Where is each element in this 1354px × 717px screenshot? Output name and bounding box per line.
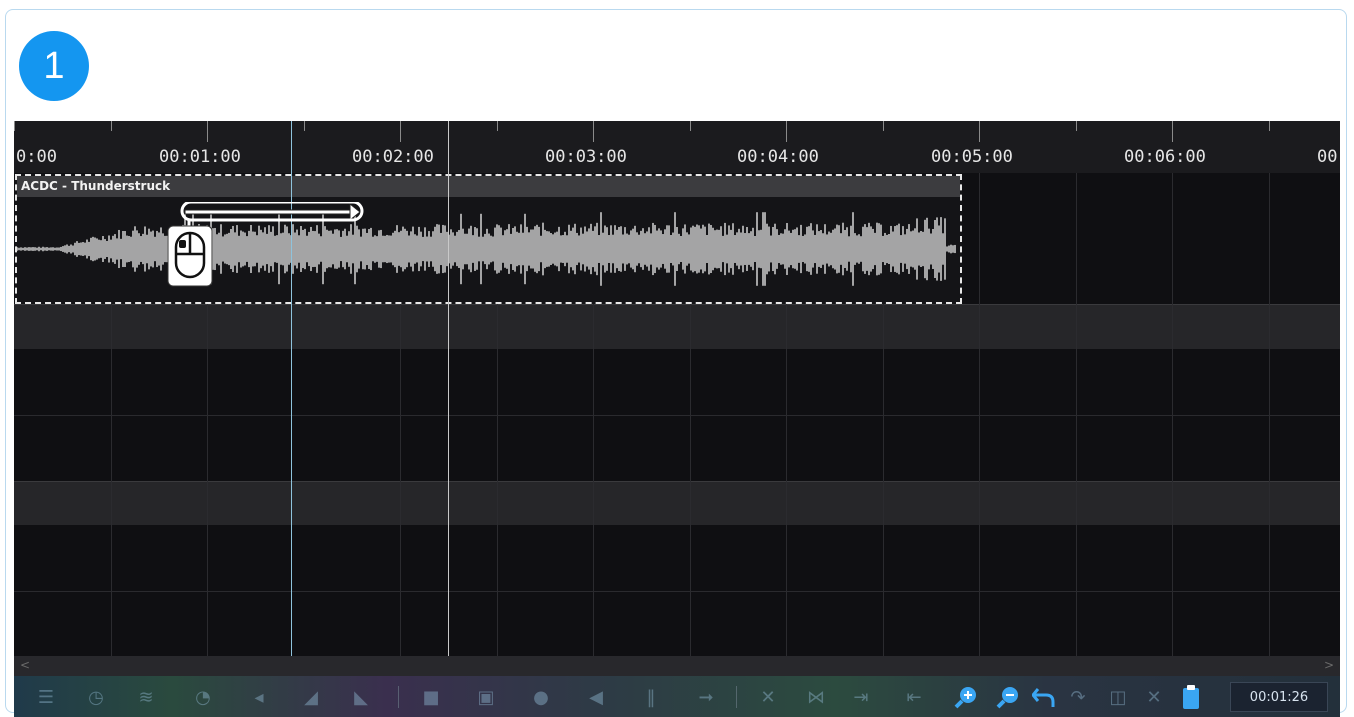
delete-icon[interactable]: ■	[419, 685, 443, 709]
ruler-label: 00:05:00	[931, 147, 1013, 167]
mixer-icon[interactable]: ☰	[34, 685, 58, 709]
close-icon[interactable]: ✕	[1142, 685, 1166, 709]
ruler-tick	[690, 121, 691, 131]
step-number-badge: 1	[19, 31, 89, 101]
clock-icon[interactable]: ◷	[84, 685, 108, 709]
scroll-right-icon[interactable]: >	[1324, 658, 1334, 672]
cursor-line	[448, 121, 449, 657]
cut-selection-icon[interactable]: ⋈	[804, 685, 828, 709]
volume-icon[interactable]: ◂	[247, 685, 271, 709]
editor-toolbar: ☰ ◷ ≋ ◔ ◂ ◢ ◣ ■ ▣ ● ◀ ‖ ➞ ✕ ⋈ ⇥ ⇤ ↷ ◫ ✕	[14, 676, 1340, 717]
ruler-tick	[883, 121, 884, 131]
ruler-label: 00	[1317, 147, 1338, 167]
ruler-tick	[304, 121, 305, 131]
ruler-tick	[14, 121, 15, 131]
mouse-drag-icon	[167, 200, 364, 287]
ruler-label: 00:03:00	[545, 147, 627, 167]
ruler-tick	[979, 121, 980, 142]
ruler-label: 0:00	[16, 147, 57, 167]
copy-icon[interactable]: ◫	[1106, 685, 1130, 709]
ruler-tick	[1269, 121, 1270, 131]
ruler-tick	[111, 121, 112, 131]
waveform	[17, 212, 956, 286]
zoom-out-icon[interactable]	[996, 685, 1020, 709]
redo-icon[interactable]: ↷	[1066, 685, 1090, 709]
ruler-tick	[1172, 121, 1173, 142]
toolbar-separator	[736, 686, 737, 708]
ruler-tick	[593, 121, 594, 142]
trim-start-icon[interactable]: ⇤	[902, 685, 926, 709]
fade-out-icon[interactable]: ◣	[349, 685, 373, 709]
cut-icon[interactable]: ✕	[756, 685, 780, 709]
ruler-tick	[786, 121, 787, 142]
ruler-label: 00:02:00	[352, 147, 434, 167]
track-divider	[14, 591, 1340, 592]
ruler-tick	[1076, 121, 1077, 131]
zoom-in-icon[interactable]	[954, 685, 978, 709]
mouse-drag-hint	[165, 200, 365, 296]
trim-end-icon[interactable]: ⇥	[849, 685, 873, 709]
timeline-editor[interactable]: 0:00 00:01:00 00:02:00 00:03:00 00:04:00…	[14, 121, 1340, 717]
ruler-label: 00:04:00	[737, 147, 819, 167]
scroll-left-icon[interactable]: <	[20, 658, 30, 672]
audio-clip[interactable]: ACDC - Thunderstruck	[15, 174, 962, 304]
ruler-label: 00:06:00	[1124, 147, 1206, 167]
fade-in-icon[interactable]: ◢	[299, 685, 323, 709]
time-ruler[interactable]: 0:00 00:01:00 00:02:00 00:03:00 00:04:00…	[14, 121, 1340, 173]
track-divider	[14, 415, 1340, 416]
ruler-tick	[497, 121, 498, 131]
current-time-display: 00:01:26	[1230, 682, 1328, 712]
clip-title: ACDC - Thunderstruck	[17, 176, 960, 197]
trash-icon[interactable]: ▣	[474, 685, 498, 709]
toolbar-separator	[398, 686, 399, 708]
ruler-tick	[207, 121, 208, 142]
ruler-tick	[400, 121, 401, 142]
record-voice-icon[interactable]: ●	[529, 685, 553, 709]
track-separator-band	[14, 481, 1340, 526]
waveform-icon[interactable]: ≋	[134, 685, 158, 709]
move-right-icon[interactable]: ➞	[694, 685, 718, 709]
paste-icon[interactable]	[1179, 685, 1203, 709]
ruler-label: 00:01:00	[159, 147, 241, 167]
split-icon[interactable]: ‖	[639, 685, 663, 709]
undo-icon[interactable]	[1032, 685, 1056, 709]
horizontal-scrollbar[interactable]: < >	[14, 656, 1340, 676]
track-separator-band	[14, 304, 1340, 350]
speed-icon[interactable]: ◔	[191, 685, 215, 709]
mute-icon[interactable]: ◀	[584, 685, 608, 709]
